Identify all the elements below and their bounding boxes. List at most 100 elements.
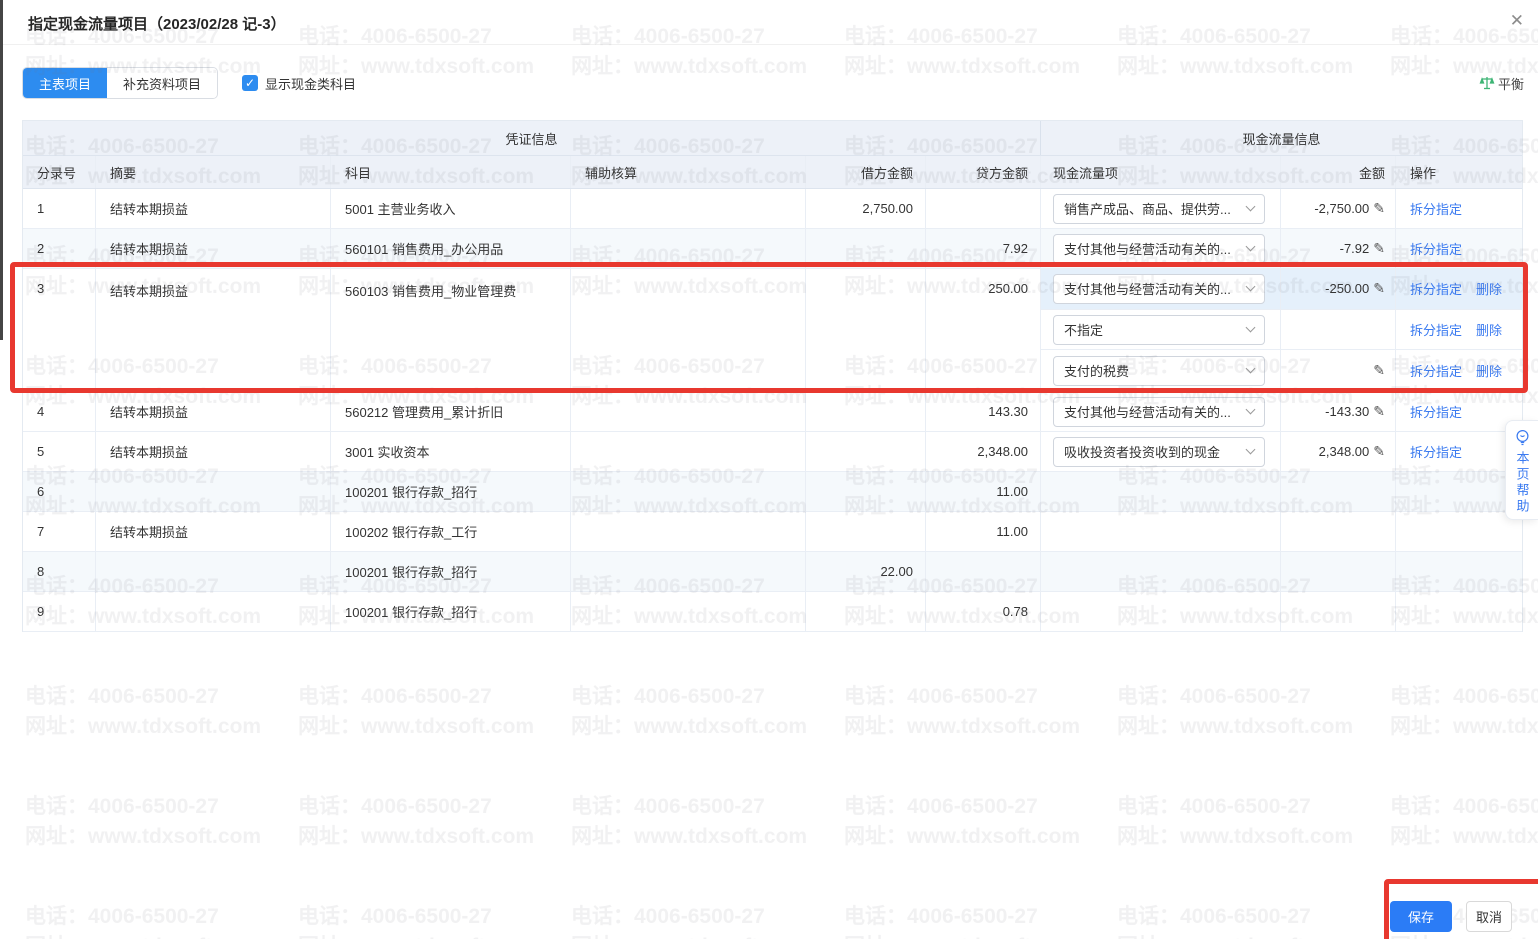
edit-pencil-icon[interactable]: ✎ [1373,240,1385,257]
cell-aux [571,229,806,268]
cell-amount: -143.30 ✎ [1281,392,1396,431]
split-assign-link[interactable]: 拆分指定 [1410,402,1462,421]
cell-credit: 11.00 [926,512,1041,551]
cell-flow-item: 支付其他与经营活动有关的... [1041,229,1281,268]
cell-operation: 拆分指定 [1396,432,1522,471]
amount-value: -250.00 [1325,281,1369,296]
flow-item-select[interactable]: 吸收投资者投资收到的现金 [1053,437,1265,467]
flow-item-select[interactable]: 支付其他与经营活动有关的... [1053,274,1265,304]
split-assign-link[interactable]: 拆分指定 [1410,279,1462,298]
group-header-voucher: 凭证信息 [23,121,1041,155]
cell-aux [571,512,806,551]
flow-item-select[interactable]: 销售产成品、商品、提供劳... [1053,194,1265,224]
chevron-down-icon [1246,323,1256,333]
cell-flow-item: 支付的税费 [1041,350,1281,391]
cell-operation: 拆分指定 删除 [1396,269,1522,309]
tab-supplement-items[interactable]: 补充资料项目 [107,68,217,98]
chevron-down-icon [1246,364,1256,374]
checkbox-label: 显示现金类科目 [265,74,356,93]
table-row: 5 结转本期损益 3001 实收资本 2,348.00 吸收投资者投资收到的现金… [23,432,1522,472]
cell-amount [1281,552,1396,591]
cell-no: 3 [23,269,96,391]
save-button[interactable]: 保存 [1390,901,1452,932]
cell-debit: 2,750.00 [806,189,926,228]
cell-subject: 560103 销售费用_物业管理费 [331,269,571,391]
cell-summary: 结转本期损益 [96,432,331,471]
cell-no: 4 [23,392,96,431]
flow-item-select[interactable]: 支付其他与经营活动有关的... [1053,397,1265,427]
delete-link[interactable]: 删除 [1476,279,1502,298]
cell-no: 8 [23,552,96,591]
amount-value: -143.30 [1325,404,1369,419]
cell-operation [1396,472,1522,511]
col-operation: 操作 [1396,156,1522,188]
flow-item-value: 支付其他与经营活动有关的... [1064,239,1241,258]
cell-debit [806,512,926,551]
cell-debit [806,472,926,511]
balance-button[interactable]: 平衡 [1479,74,1524,93]
left-edge-strip [0,0,3,340]
cancel-button[interactable]: 取消 [1466,901,1512,932]
cell-flow-item: 支付其他与经营活动有关的... [1041,392,1281,431]
edit-pencil-icon[interactable]: ✎ [1373,280,1385,297]
cell-credit [926,552,1041,591]
cell-flow-item: 吸收投资者投资收到的现金 [1041,432,1281,471]
cell-subject: 560101 销售费用_办公用品 [331,229,571,268]
cell-amount [1281,592,1396,631]
chevron-down-icon [1246,242,1256,252]
cell-summary: 结转本期损益 [96,189,331,228]
cell-flow-item: 不指定 [1041,310,1281,350]
chevron-down-icon [1246,202,1256,212]
cell-aux [571,552,806,591]
table-row: 4 结转本期损益 560212 管理费用_累计折旧 143.30 支付其他与经营… [23,392,1522,432]
flow-item-select[interactable]: 支付其他与经营活动有关的... [1053,234,1265,264]
flow-item-select[interactable]: 支付的税费 [1053,356,1265,386]
cell-debit [806,269,926,391]
cell-aux [571,432,806,471]
help-label: 本页帮助 [1513,451,1532,515]
split-assign-link[interactable]: 拆分指定 [1410,239,1462,258]
cell-debit [806,229,926,268]
flow-item-select[interactable]: 不指定 [1053,315,1265,345]
tab-main-items[interactable]: 主表项目 [23,68,107,98]
cell-operation [1396,512,1522,551]
split-assign-link[interactable]: 拆分指定 [1410,320,1462,339]
split-assign-link[interactable]: 拆分指定 [1410,361,1462,380]
delete-link[interactable]: 删除 [1476,361,1502,380]
cell-subject: 100201 银行存款_招行 [331,472,571,511]
page-help-button[interactable]: 本页帮助 [1505,420,1538,520]
edit-pencil-icon[interactable]: ✎ [1373,403,1385,420]
table-row: 6 100201 银行存款_招行 11.00 [23,472,1522,512]
cell-flow-item: 销售产成品、商品、提供劳... [1041,189,1281,228]
cell-subject: 5001 主营业务收入 [331,189,571,228]
cell-subject: 100201 银行存款_招行 [331,592,571,631]
split-assign-link[interactable]: 拆分指定 [1410,199,1462,218]
table-row: 1 结转本期损益 5001 主营业务收入 2,750.00 销售产成品、商品、提… [23,189,1522,229]
chevron-down-icon [1246,282,1256,292]
cell-credit: 11.00 [926,472,1041,511]
cell-summary [96,472,331,511]
edit-pencil-icon[interactable]: ✎ [1373,362,1385,379]
col-credit: 贷方金额 [926,156,1041,188]
delete-link[interactable]: 删除 [1476,320,1502,339]
col-debit: 借方金额 [806,156,926,188]
col-no: 分录号 [23,156,96,188]
entries-table: 凭证信息 现金流量信息 分录号 摘要 科目 辅助核算 借方金额 贷方金额 现金流… [22,120,1523,632]
split-assign-link[interactable]: 拆分指定 [1410,442,1462,461]
cell-credit: 0.78 [926,592,1041,631]
cell-subject: 560212 管理费用_累计折旧 [331,392,571,431]
checkbox-checked-icon[interactable]: ✓ [242,75,258,91]
balance-scale-icon [1479,75,1495,91]
table-row: 2 结转本期损益 560101 销售费用_办公用品 7.92 支付其他与经营活动… [23,229,1522,269]
cell-amount [1281,310,1396,350]
cell-aux [571,472,806,511]
edit-pencil-icon[interactable]: ✎ [1373,200,1385,217]
cell-no: 5 [23,432,96,471]
close-icon[interactable]: ✕ [1510,12,1524,29]
flow-item-value: 不指定 [1064,320,1241,339]
show-cash-subjects-checkbox[interactable]: ✓ 显示现金类科目 [242,74,356,93]
table-row: 9 100201 银行存款_招行 0.78 [23,592,1522,632]
balance-label: 平衡 [1498,74,1524,93]
edit-pencil-icon[interactable]: ✎ [1373,443,1385,460]
cell-operation: 拆分指定 [1396,229,1522,268]
